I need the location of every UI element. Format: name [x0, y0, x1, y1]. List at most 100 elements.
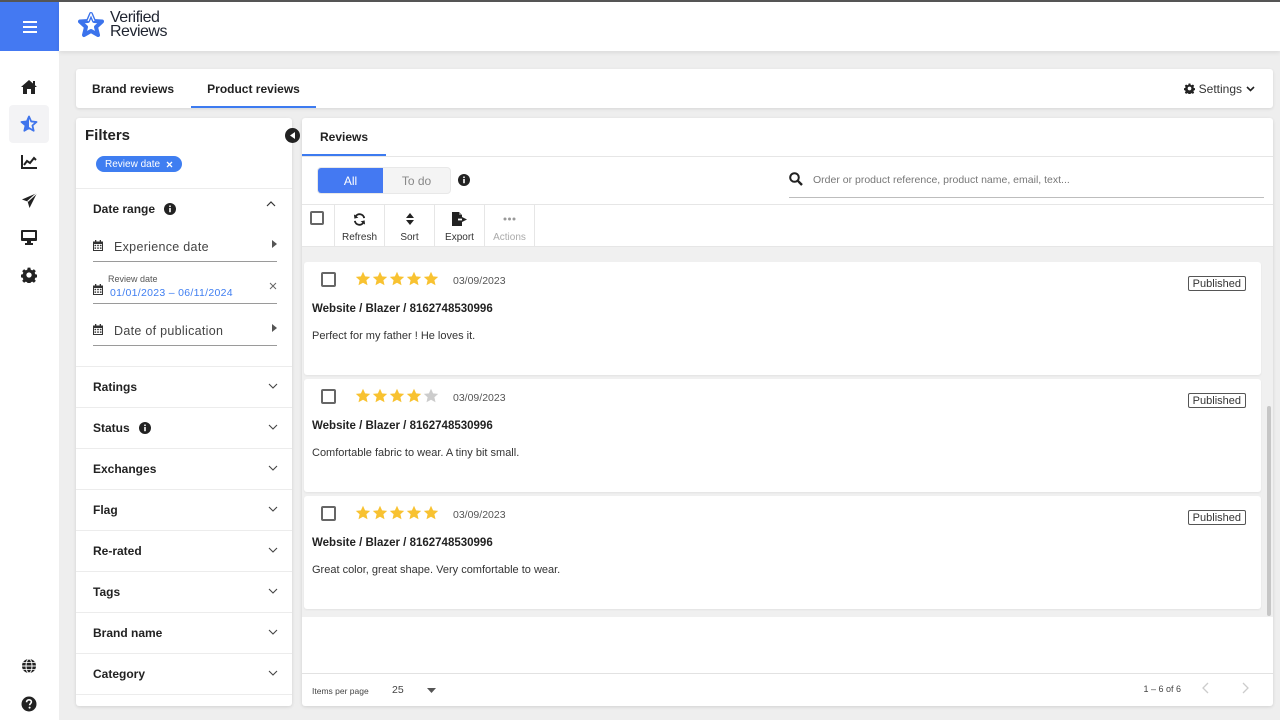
star-filled-icon — [355, 388, 371, 403]
chevron-right-icon[interactable] — [1242, 682, 1249, 694]
publication-date-field[interactable]: Date of publication — [93, 318, 277, 346]
review-product-title[interactable]: Website / Blazer / 8162748530996 — [312, 420, 493, 432]
calendar-icon — [93, 284, 103, 295]
review-text: Perfect for my father ! He loves it. — [312, 330, 476, 342]
chevron-down-icon — [268, 383, 278, 389]
review-select-checkbox[interactable] — [321, 389, 336, 404]
gear-icon — [21, 267, 37, 283]
calendar-icon — [93, 324, 103, 335]
review-date: 03/09/2023 — [453, 392, 506, 404]
star-filled-icon — [406, 271, 422, 286]
review-card: 03/09/2023 Published Website / Blazer / 81… — [304, 496, 1261, 609]
info-icon[interactable] — [458, 174, 470, 186]
filter-section-tags[interactable]: Tags — [76, 572, 292, 613]
filter-section-re-rated[interactable]: Re-rated — [76, 531, 292, 572]
search-bar — [789, 166, 1264, 198]
segment-todo[interactable]: To do — [383, 168, 450, 193]
settings-dropdown[interactable]: Settings — [1183, 69, 1255, 108]
filter-section-brand-name[interactable]: Brand name — [76, 613, 292, 654]
app-header: Verified Reviews — [59, 2, 1280, 51]
filter-section-title: Category — [93, 667, 146, 681]
desktop-icon — [21, 229, 37, 245]
chevron-up-icon[interactable] — [266, 201, 276, 207]
review-card: 03/09/2023 Published Website / Blazer / 81… — [304, 379, 1261, 492]
sidebar-item-settings[interactable] — [9, 256, 49, 294]
search-input[interactable] — [813, 172, 1253, 188]
star-filled-icon — [423, 271, 439, 286]
review-toolbar: Refresh Sort Export Actions — [302, 205, 535, 246]
actions-button[interactable]: Actions — [485, 205, 535, 246]
star-icon — [20, 115, 38, 132]
export-button[interactable]: Export — [435, 205, 485, 246]
caret-down-icon[interactable] — [427, 688, 436, 693]
star-filled-icon — [355, 271, 371, 286]
filter-section-label: Flag — [93, 503, 118, 517]
star-filled-icon — [389, 271, 405, 286]
collapse-filters-button[interactable] — [285, 128, 300, 143]
sidebar-item-campaigns[interactable] — [9, 181, 49, 219]
star-filled-icon — [406, 388, 422, 403]
sidebar-item-home[interactable] — [9, 68, 49, 106]
brand-name: Verified Reviews — [110, 10, 167, 40]
sidebar-item-statistics[interactable] — [9, 143, 49, 181]
date-range-label: Date range — [93, 202, 156, 216]
filter-section-title: Brand name — [93, 626, 163, 640]
info-icon[interactable] — [138, 422, 151, 434]
logo[interactable]: Verified Reviews — [78, 10, 167, 40]
filter-section-ratings[interactable]: Ratings — [76, 367, 292, 408]
sort-button[interactable]: Sort — [385, 205, 435, 246]
pagination-range: 1 – 6 of 6 — [1143, 684, 1181, 694]
review-date-field[interactable]: Review date 01/01/2023 – 06/11/2024 — [93, 270, 277, 304]
review-type-tabs: Brand reviews Product reviews Settings — [76, 69, 1273, 108]
menu-toggle-button[interactable] — [0, 2, 59, 51]
publication-date-label: Date of publication — [114, 324, 224, 338]
info-icon[interactable] — [164, 203, 177, 215]
star-filled-icon — [355, 505, 371, 520]
filter-section-category[interactable]: Category — [76, 654, 292, 695]
experience-date-field[interactable]: Experience date — [93, 234, 277, 262]
items-per-page-label: Items per page — [312, 686, 369, 696]
review-select-checkbox[interactable] — [321, 506, 336, 521]
filter-section-title: Re-rated — [93, 544, 142, 558]
sidebar-item-display[interactable] — [9, 218, 49, 256]
filter-section-label: Status — [93, 421, 151, 435]
home-icon — [21, 80, 37, 94]
settings-label: Settings — [1198, 81, 1242, 96]
sidebar-item-reviews[interactable] — [9, 105, 49, 143]
review-product-title[interactable]: Website / Blazer / 8162748530996 — [312, 537, 493, 549]
filter-section-label: Re-rated — [93, 544, 142, 558]
tab-brand-reviews[interactable]: Brand reviews — [76, 69, 190, 108]
tab-reviews[interactable]: Reviews — [302, 118, 386, 156]
close-icon[interactable] — [166, 161, 173, 168]
items-per-page-select[interactable]: 25 — [392, 684, 404, 696]
help-icon — [21, 696, 37, 712]
date-range-header[interactable]: Date range — [93, 202, 177, 216]
search-icon — [789, 172, 803, 186]
verified-reviews-logo-icon — [78, 12, 104, 37]
filter-section-flag[interactable]: Flag — [76, 490, 292, 531]
caret-right-icon — [272, 324, 277, 332]
clear-icon[interactable] — [269, 282, 277, 290]
sidebar-item-help[interactable] — [9, 685, 49, 720]
refresh-button[interactable]: Refresh — [335, 205, 385, 246]
review-date-value: 01/01/2023 – 06/11/2024 — [110, 287, 233, 299]
tab-product-reviews[interactable]: Product reviews — [191, 69, 316, 108]
chip-label: Review date — [105, 158, 161, 170]
review-list-scrollbar[interactable] — [1267, 406, 1271, 616]
review-select-checkbox[interactable] — [321, 272, 336, 287]
chevron-down-icon — [1246, 85, 1255, 92]
active-filter-chip[interactable]: Review date — [96, 156, 183, 172]
select-all-checkbox[interactable] — [302, 205, 335, 246]
star-rating — [355, 505, 439, 520]
chevron-left-icon[interactable] — [1202, 682, 1209, 694]
star-filled-icon — [372, 505, 388, 520]
chevron-down-icon — [268, 424, 278, 430]
filters-panel: Filters Review date Date range Experienc… — [76, 118, 292, 706]
segment-all[interactable]: All — [318, 168, 383, 193]
filter-section-title: Exchanges — [93, 462, 157, 476]
filter-section-exchanges[interactable]: Exchanges — [76, 449, 292, 490]
review-product-title[interactable]: Website / Blazer / 8162748530996 — [312, 303, 493, 315]
sidebar-item-language[interactable] — [9, 647, 49, 685]
filter-section-status[interactable]: Status — [76, 408, 292, 449]
caret-right-icon — [272, 240, 277, 248]
